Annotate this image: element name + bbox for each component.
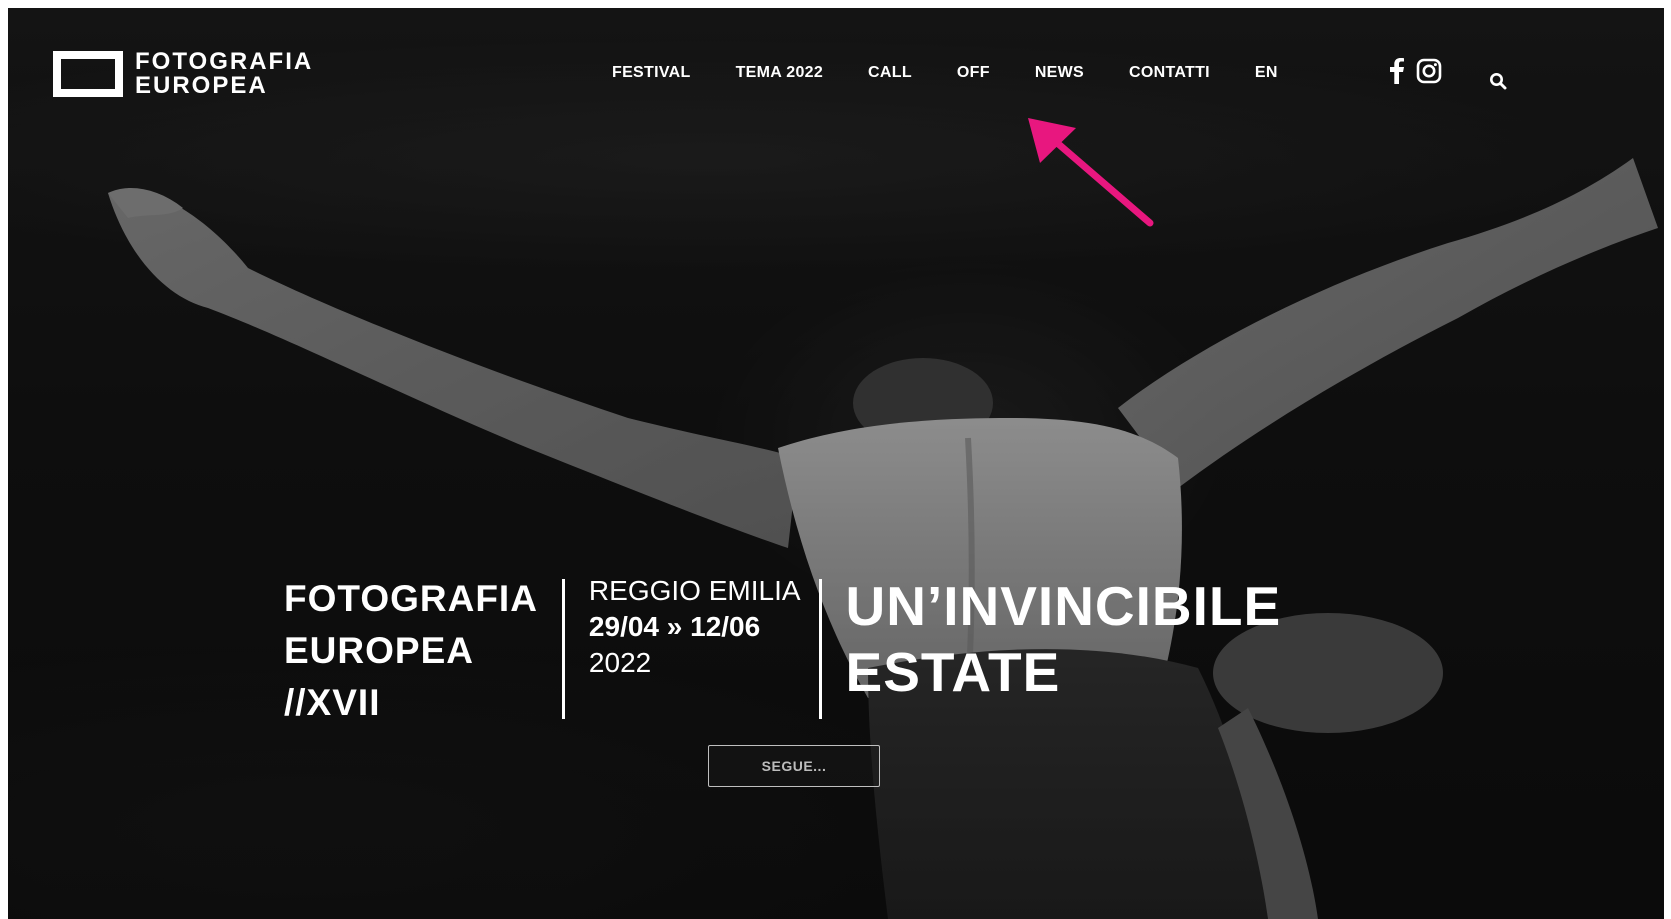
festival-line-1: FOTOGRAFIA [284,578,538,619]
theme-line-2: ESTATE [845,641,1061,703]
search-icon[interactable] [1489,72,1507,95]
annotation-arrow-icon [1028,118,1154,227]
logo-line-2: EUROPEA [135,72,268,99]
nav-item-festival[interactable]: FESTIVAL [612,64,691,82]
site-logo[interactable]: FOTOGRAFIA EUROPEA [53,50,313,98]
theme-line-1: UN’INVINCIBILE [845,575,1282,637]
nav-item-contatti[interactable]: CONTATTI [1129,64,1210,82]
divider [818,579,822,719]
festival-line-2: EUROPEA [284,630,474,671]
festival-dates: 29/04 » 12/06 [588,611,761,642]
logo-line-1: FOTOGRAFIA [135,48,314,75]
festival-year: 2022 [588,647,652,678]
festival-name: FOTOGRAFIA EUROPEA //XVII [284,573,538,729]
segue-button[interactable]: SEGUE... [708,745,880,787]
nav-item-off[interactable]: OFF [957,64,990,82]
festival-edition: //XVII [284,682,381,723]
divider [561,579,565,719]
hero-background: FOTOGRAFIA EUROPEA FESTIVAL TEMA 2022 CA… [8,8,1664,919]
facebook-icon[interactable] [1390,58,1404,84]
nav-item-tema-2022[interactable]: TEMA 2022 [736,64,823,82]
festival-city: REGGIO EMILIA [588,575,801,606]
nav-item-news[interactable]: NEWS [1035,64,1084,82]
nav-item-call[interactable]: CALL [868,64,912,82]
festival-theme: UN’INVINCIBILE ESTATE [846,573,1282,705]
main-nav: FESTIVAL TEMA 2022 CALL OFF NEWS CONTATT… [612,64,1323,82]
nav-item-en[interactable]: EN [1255,64,1278,82]
social-links [1390,58,1454,84]
hero-title-block: FOTOGRAFIA EUROPEA //XVII REGGIO EMILIA … [284,573,1281,729]
festival-info: REGGIO EMILIA 29/04 » 12/06 2022 [589,573,801,681]
instagram-icon[interactable] [1416,58,1442,84]
logo-text: FOTOGRAFIA EUROPEA [135,50,313,98]
logo-mark [53,51,123,97]
